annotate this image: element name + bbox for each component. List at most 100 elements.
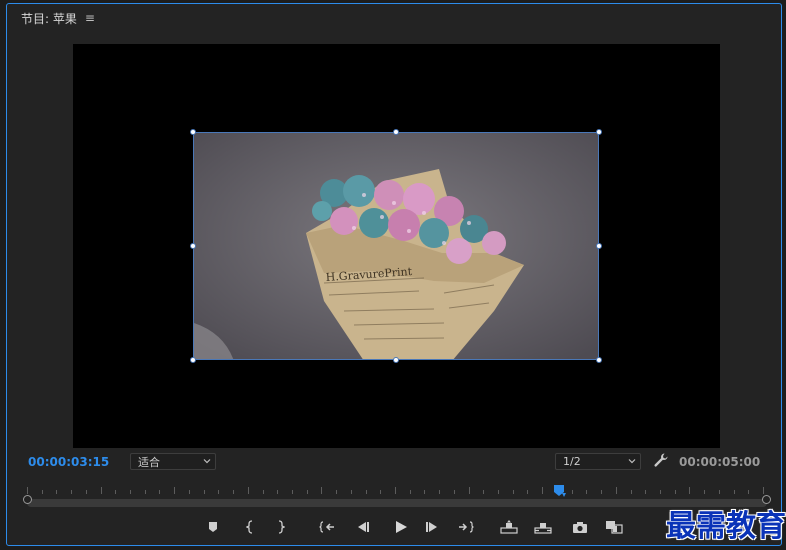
ruler-tick	[631, 490, 632, 494]
mark-out-icon	[278, 520, 285, 534]
ruler-tick	[351, 490, 352, 494]
ruler-tick	[734, 490, 735, 494]
video-frame-image: H.GravurePrint	[194, 133, 598, 359]
ruler-tick	[572, 490, 573, 494]
ruler-tick	[336, 490, 337, 494]
ruler-tick	[56, 490, 57, 494]
ruler-tick	[307, 490, 308, 494]
current-timecode[interactable]: 00:00:03:15	[28, 455, 109, 469]
lift-button[interactable]	[499, 517, 519, 537]
comparison-view-icon	[606, 521, 623, 534]
transform-handle-bottom-center[interactable]	[393, 357, 399, 363]
mark-in-button[interactable]	[244, 517, 256, 537]
panel-menu-icon[interactable]: ≡	[85, 12, 95, 24]
transform-handle-middle-right[interactable]	[596, 243, 602, 249]
ruler-tick	[86, 490, 87, 494]
ruler-tick	[748, 490, 749, 494]
panel-title[interactable]: 节目: 苹果	[21, 10, 77, 27]
mark-in-icon	[246, 520, 253, 534]
ruler-tick	[704, 490, 705, 494]
ruler-tick	[410, 490, 411, 494]
chevron-down-icon	[203, 459, 211, 464]
transform-handle-top-left[interactable]	[190, 129, 196, 135]
ruler-tick	[586, 490, 587, 494]
marker-icon	[209, 522, 217, 532]
playback-resolution-value: 1/2	[563, 455, 581, 468]
ruler-tick	[689, 487, 690, 494]
transport-controls	[7, 517, 781, 537]
ruler-tick	[71, 490, 72, 494]
lift-icon	[500, 520, 518, 534]
ruler-tick	[616, 487, 617, 494]
watermark-logo: 最需教育	[666, 509, 786, 544]
ruler-tick	[174, 487, 175, 494]
wrench-icon[interactable]	[653, 452, 669, 468]
ruler-tick	[248, 487, 249, 494]
comparison-view-button[interactable]	[604, 517, 624, 537]
ruler-tick	[483, 490, 484, 494]
video-frame[interactable]: H.GravurePrint	[193, 132, 599, 360]
extract-icon	[534, 523, 552, 534]
step-forward-button[interactable]	[424, 517, 440, 537]
ruler-tick	[130, 490, 131, 494]
ruler-tick	[42, 490, 43, 494]
zoom-level-value: 适合	[138, 455, 160, 469]
playback-resolution-select[interactable]: 1/2	[555, 453, 641, 470]
ruler-tick	[498, 490, 499, 494]
play-button[interactable]	[393, 517, 409, 537]
add-marker-button[interactable]	[206, 517, 220, 537]
transform-handle-bottom-left[interactable]	[190, 357, 196, 363]
transform-handle-top-center[interactable]	[393, 129, 399, 135]
transform-handle-bottom-right[interactable]	[596, 357, 602, 363]
ruler-tick	[542, 487, 543, 494]
step-back-icon	[358, 522, 369, 532]
ruler-tick	[454, 490, 455, 494]
go-to-in-button[interactable]	[318, 517, 336, 537]
zoom-level-select[interactable]: 适合	[130, 453, 216, 470]
ruler-tick	[101, 487, 102, 494]
ruler-tick	[27, 487, 28, 494]
zoom-scrollbar[interactable]	[27, 499, 767, 507]
program-monitor-viewport[interactable]: H.GravurePrint	[73, 44, 720, 448]
ruler-tick	[159, 490, 160, 494]
camera-icon	[573, 521, 587, 533]
ruler-tick	[469, 487, 470, 494]
export-frame-button[interactable]	[571, 517, 589, 537]
ruler-tick	[380, 490, 381, 494]
ruler-tick	[660, 490, 661, 494]
zoom-scrollbar-left-handle[interactable]	[23, 495, 32, 504]
step-forward-icon	[426, 522, 437, 532]
ruler-tick	[675, 490, 676, 494]
ruler-tick	[204, 490, 205, 494]
go-to-out-icon	[459, 521, 474, 533]
ruler-tick	[763, 487, 764, 494]
go-to-in-icon	[319, 521, 334, 533]
mark-out-button[interactable]	[275, 517, 287, 537]
ruler-tick	[719, 490, 720, 494]
time-ruler[interactable]	[19, 484, 771, 497]
go-to-out-button[interactable]	[457, 517, 475, 537]
duration-timecode: 00:00:05:00	[679, 455, 761, 469]
ruler-tick	[366, 490, 367, 494]
ruler-tick	[395, 487, 396, 494]
ruler-tick	[292, 490, 293, 494]
panel-header: 节目: 苹果 ≡	[21, 10, 95, 26]
ruler-tick	[233, 490, 234, 494]
ruler-tick	[115, 490, 116, 494]
ruler-tick	[513, 490, 514, 494]
play-icon	[395, 521, 407, 533]
transform-handle-top-right[interactable]	[596, 129, 602, 135]
ruler-tick	[218, 490, 219, 494]
step-back-button[interactable]	[355, 517, 371, 537]
ruler-tick	[277, 490, 278, 494]
ruler-tick	[145, 490, 146, 494]
ruler-tick	[189, 490, 190, 494]
transform-handle-middle-left[interactable]	[190, 243, 196, 249]
ruler-tick	[527, 490, 528, 494]
ruler-tick	[601, 490, 602, 494]
playhead[interactable]	[553, 484, 567, 498]
program-monitor-panel: 节目: 苹果 ≡ H.GravurePrint 00:00:03:15 适合 1…	[6, 3, 786, 546]
extract-button[interactable]	[533, 517, 553, 537]
ruler-tick	[424, 490, 425, 494]
ruler-tick	[645, 490, 646, 494]
